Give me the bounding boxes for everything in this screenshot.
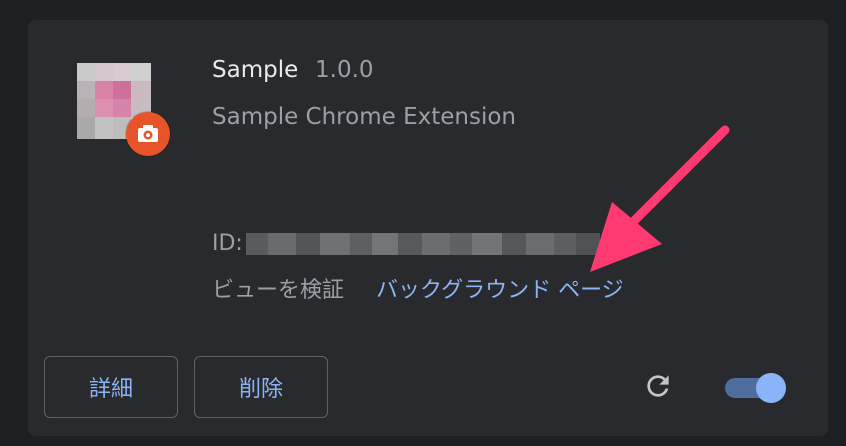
inspect-views-label: ビューを検証 bbox=[212, 278, 345, 303]
extension-id-label: ID: bbox=[212, 231, 243, 256]
pink-arrow-annotation bbox=[590, 125, 730, 272]
toggle-knob bbox=[756, 373, 786, 403]
extension-version: 1.0.0 bbox=[315, 57, 374, 83]
enable-toggle[interactable] bbox=[725, 373, 787, 403]
remove-button[interactable]: 削除 bbox=[194, 356, 328, 418]
extension-description: Sample Chrome Extension bbox=[212, 104, 516, 130]
extension-id-redacted bbox=[246, 232, 602, 256]
camera-badge-icon bbox=[126, 112, 170, 156]
details-button[interactable]: 詳細 bbox=[44, 356, 178, 418]
extension-name: Sample bbox=[212, 57, 299, 83]
reload-icon[interactable] bbox=[642, 370, 674, 402]
